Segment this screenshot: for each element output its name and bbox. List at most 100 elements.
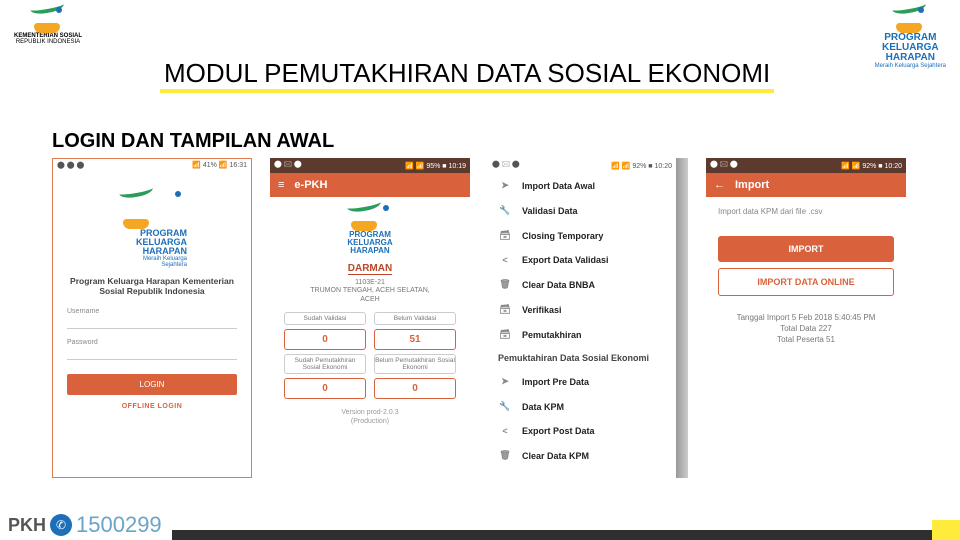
- stat-h2: Belum Validasi: [374, 312, 456, 325]
- stat-headers-2: Sudah Pemutakhiran Sosial Ekonomi Belum …: [284, 354, 456, 374]
- status-right: 📶 41% 📶 16:31: [192, 161, 247, 169]
- login-logo-caption: Meraih Keluarga Sejahtera: [117, 256, 187, 268]
- menu-label: Export Post Data: [522, 426, 595, 436]
- dash-username: DARMAN: [348, 263, 392, 275]
- stat-headers-1: Sudah Validasi Belum Validasi: [284, 312, 456, 325]
- menu-item-import-awal[interactable]: ➤ Import Data Awal: [488, 173, 676, 198]
- menu-label: Import Pre Data: [522, 377, 589, 387]
- menu-label: Pemutakhiran: [522, 330, 582, 340]
- stat-h4: Belum Pemutakhiran Sosial Ekonomi: [374, 354, 456, 374]
- status-bar: ⬤ 🖂 ⬤ 📶 📶 92% ■ 10:20: [706, 158, 906, 173]
- menu-item-clear-bnba[interactable]: 🗑 Clear Data BNBA: [488, 272, 676, 297]
- send-icon: ➤: [498, 180, 512, 191]
- login-button[interactable]: LOGIN: [67, 374, 237, 395]
- archive-icon: 🗃: [498, 230, 512, 241]
- import-status: Tanggal Import 5 Feb 2018 5:40:45 PM Tot…: [706, 312, 906, 346]
- dash-loc-name: TRUMON TENGAH, ACEH SELATAN,: [270, 287, 470, 295]
- archive-icon: 🗃: [498, 329, 512, 340]
- status-bar: ⬤ 🖂 ⬤ 📶 📶 95% ■ 10:19: [270, 158, 470, 173]
- footer-phone: 1500299: [76, 512, 162, 538]
- menu-item-pemutakhiran[interactable]: 🗃 Pemutakhiran: [488, 322, 676, 347]
- import-button[interactable]: IMPORT: [718, 236, 894, 262]
- footer-brand: PKH: [8, 515, 46, 536]
- dash-loc-code: 1103E-21: [270, 279, 470, 287]
- menu-icon[interactable]: ≡: [278, 180, 284, 191]
- stat-h1: Sudah Validasi: [284, 312, 366, 325]
- menu-item-clear-kpm[interactable]: 🗑Clear Data KPM: [488, 443, 676, 468]
- stat-v1: 0: [284, 329, 366, 350]
- menu-item-closing[interactable]: 🗃 Closing Temporary: [488, 223, 676, 248]
- username-field-wrap: Username: [67, 306, 237, 329]
- menu-label: Data KPM: [522, 402, 564, 412]
- app-bar: ≡ e-PKH: [270, 173, 470, 197]
- status-left: ⬤ 🖂 ⬤: [492, 160, 520, 171]
- drawer-shadow: [676, 158, 688, 478]
- menu-label: Clear Data BNBA: [522, 280, 595, 290]
- dash-loc-prov: ACEH: [270, 296, 470, 304]
- screen-dashboard: ⬤ 🖂 ⬤ 📶 📶 95% ■ 10:19 ≡ e-PKH PROGRAM KE…: [270, 158, 470, 478]
- screen-menu-container: ⬤ 🖂 ⬤ 📶 📶 92% ■ 10:20 ➤ Import Data Awal …: [488, 158, 688, 478]
- username-label: Username: [67, 308, 99, 315]
- login-heading: Program Keluarga Harapan Kementerian Sos…: [53, 276, 251, 296]
- status-right: 📶 📶 92% ■ 10:20: [841, 162, 902, 170]
- footer-bar: [172, 530, 932, 540]
- wrench-icon: 🔧: [498, 205, 512, 216]
- phone-icon: ✆: [50, 514, 72, 536]
- menu-list: ➤ Import Data Awal 🔧 Validasi Data 🗃 Closin…: [488, 173, 676, 468]
- send-icon: ➤: [498, 376, 512, 387]
- status-bar: ⬤ ⬤ ⬤ 📶 41% 📶 16:31: [53, 159, 251, 171]
- menu-label: Verifikasi: [522, 305, 562, 315]
- version-line2: (Production): [270, 418, 470, 426]
- import-status-peserta: Total Peserta 51: [706, 334, 906, 345]
- password-field-wrap: Password: [67, 337, 237, 360]
- pkh-logo-caption: Meraih Keluarga Sejahtera: [875, 63, 946, 69]
- screen-menu: ⬤ 🖂 ⬤ 📶 📶 92% ■ 10:20 ➤ Import Data Awal …: [488, 158, 676, 478]
- screen-import: ⬤ 🖂 ⬤ 📶 📶 92% ■ 10:20 ← Import Import da…: [706, 158, 906, 478]
- slide-title: MODUL PEMUTAKHIRAN DATA SOSIAL EKONOMI: [160, 58, 774, 93]
- status-left: ⬤ 🖂 ⬤: [274, 160, 302, 171]
- import-online-button[interactable]: IMPORT DATA ONLINE: [718, 268, 894, 296]
- logo-caption-2: REPUBLIK INDONESIA: [16, 39, 80, 45]
- import-status-date: Tanggal Import 5 Feb 2018 5:40:45 PM: [706, 312, 906, 323]
- username-input[interactable]: [67, 315, 237, 329]
- footer: PKH ✆ 1500299: [8, 512, 960, 540]
- archive-icon: 🗃: [498, 304, 512, 315]
- menu-item-import-pre[interactable]: ➤ Import Pre Data: [488, 369, 676, 394]
- dash-logo: PROGRAM KELUARGA HARAPAN: [270, 203, 470, 255]
- back-icon[interactable]: ←: [714, 180, 725, 191]
- stat-h3: Sudah Pemutakhiran Sosial Ekonomi: [284, 354, 366, 374]
- import-status-total: Total Data 227: [706, 323, 906, 334]
- status-left: ⬤ 🖂 ⬤: [710, 160, 738, 171]
- logo-kemensos: KEMENTERIAN SOSIAL REPUBLIK INDONESIA: [14, 5, 82, 45]
- logo-mark: [890, 5, 930, 33]
- menu-item-export-post[interactable]: <Export Post Data: [488, 419, 676, 443]
- wrench-icon: 🔧: [498, 401, 512, 412]
- password-label: Password: [67, 339, 98, 346]
- stat-v4: 0: [374, 378, 456, 399]
- menu-label: Closing Temporary: [522, 231, 603, 241]
- stat-values-1: 0 51: [284, 329, 456, 350]
- menu-label: Import Data Awal: [522, 181, 595, 191]
- footer-call: PKH ✆ 1500299: [8, 512, 162, 540]
- stat-v2: 51: [374, 329, 456, 350]
- dash-logo-l3: HARAPAN: [270, 247, 470, 255]
- status-left: ⬤ ⬤ ⬤: [57, 161, 84, 169]
- status-bar: ⬤ 🖂 ⬤ 📶 📶 92% ■ 10:20: [488, 158, 676, 173]
- offline-login-link[interactable]: OFFLINE LOGIN: [53, 403, 251, 410]
- menu-item-export-validasi[interactable]: <Export Data Validasi: [488, 248, 676, 272]
- menu-item-data-kpm[interactable]: 🔧 Data KPM: [488, 394, 676, 419]
- version-line1: Version prod-2.0.3: [270, 409, 470, 417]
- status-right: 📶 📶 92% ■ 10:20: [611, 162, 672, 170]
- dash-location: 1103E-21 TRUMON TENGAH, ACEH SELATAN, AC…: [270, 279, 470, 304]
- logo-pkh: PROGRAM KELUARGA HARAPAN Meraih Keluarga…: [875, 5, 946, 69]
- app-title: Import: [735, 179, 769, 191]
- password-input[interactable]: [67, 346, 237, 360]
- trash-icon: 🗑: [498, 279, 512, 290]
- menu-item-verifikasi[interactable]: 🗃 Verifikasi: [488, 297, 676, 322]
- logo-mark: [28, 5, 68, 33]
- section-label: LOGIN DAN TAMPILAN AWAL: [52, 130, 334, 153]
- pkh-logo-line3: HARAPAN: [886, 53, 935, 63]
- menu-item-validasi[interactable]: 🔧 Validasi Data: [488, 198, 676, 223]
- menu-label: Validasi Data: [522, 206, 578, 216]
- menu-label: Export Data Validasi: [522, 255, 609, 265]
